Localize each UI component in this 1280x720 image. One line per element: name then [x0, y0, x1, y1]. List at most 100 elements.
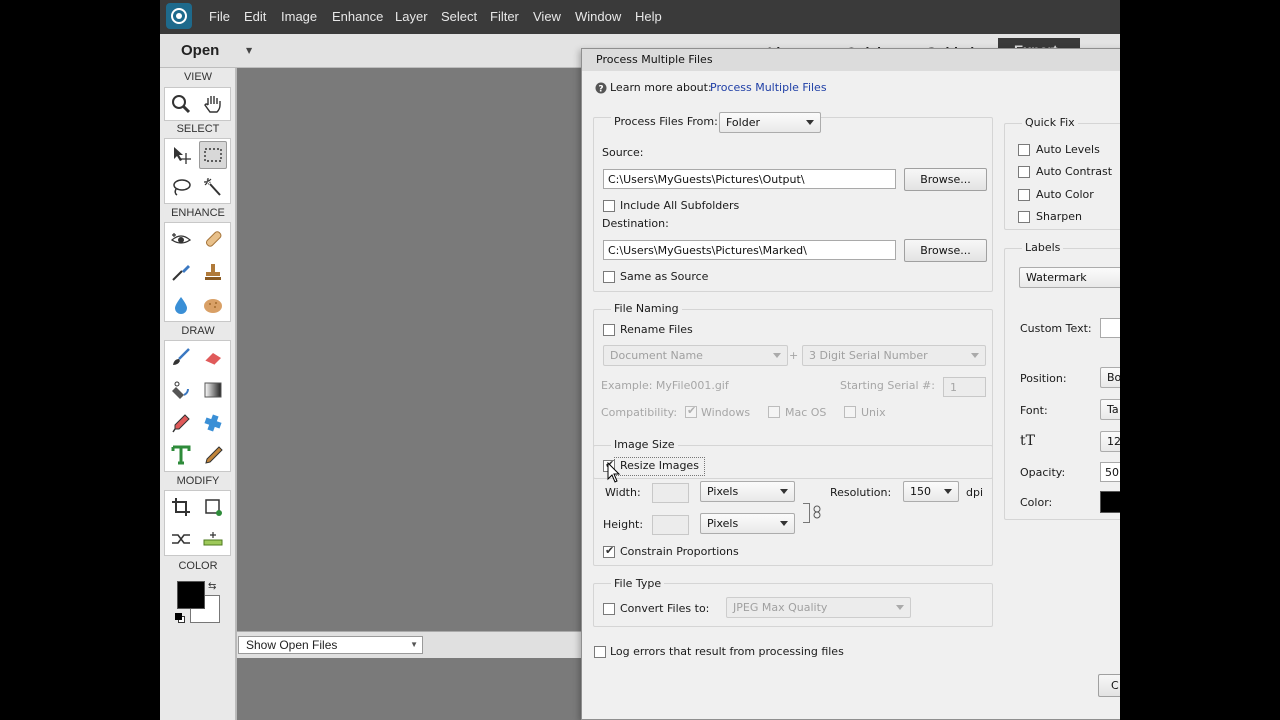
cancel-button[interactable]: C [1098, 674, 1120, 697]
menu-window[interactable]: Window [575, 9, 621, 24]
menu-filter[interactable]: Filter [490, 9, 519, 24]
menu-select[interactable]: Select [441, 9, 477, 24]
pencil-tool-icon[interactable] [199, 441, 227, 469]
process-files-from-select[interactable]: Folder [719, 112, 821, 133]
log-errors-checkbox[interactable] [594, 646, 606, 658]
content-aware-move-tool-icon[interactable] [167, 525, 195, 553]
source-path-field[interactable]: C:\Users\MyGuests\Pictures\Output\ [603, 169, 896, 189]
auto-color-label: Auto Color [1036, 188, 1094, 201]
brush-tool-icon[interactable] [167, 343, 195, 371]
compat-macos-checkbox[interactable] [768, 406, 780, 418]
menu-enhance[interactable]: Enhance [332, 9, 383, 24]
paint-bucket-tool-icon[interactable] [167, 376, 195, 404]
convert-files-checkbox[interactable] [603, 603, 615, 615]
show-open-files-select[interactable]: Show Open Files ▼ [238, 636, 423, 654]
app-logo-icon[interactable] [166, 3, 192, 29]
compat-macos-label: Mac OS [785, 406, 827, 419]
dialog-titlebar[interactable]: Process Multiple Files [582, 49, 1120, 71]
hand-tool-icon[interactable] [199, 90, 227, 118]
menu-layer[interactable]: Layer [395, 9, 428, 24]
auto-color-checkbox[interactable] [1018, 189, 1030, 201]
smart-brush-tool-icon[interactable] [167, 258, 195, 286]
sponge-tool-icon[interactable] [199, 291, 227, 319]
font-size-icon: tT [1020, 433, 1035, 449]
file-type-legend: File Type [611, 577, 665, 590]
auto-levels-checkbox[interactable] [1018, 144, 1030, 156]
resize-images-label: Resize Images [620, 459, 699, 472]
include-subfolders-checkbox[interactable] [603, 200, 615, 212]
crop-tool-icon[interactable] [167, 493, 195, 521]
labels-legend: Labels [1022, 241, 1064, 254]
foreground-color-swatch[interactable] [177, 581, 205, 609]
section-color-label: COLOR [178, 560, 218, 572]
name-part1-value: Document Name [610, 349, 703, 362]
process-files-from-label: Process Files From: [611, 115, 721, 128]
compat-windows-checkbox[interactable]: ✔ [685, 404, 697, 418]
section-view-label: VIEW [183, 71, 213, 83]
opacity-field[interactable]: 50 [1100, 462, 1120, 482]
clone-stamp-tool-icon[interactable] [199, 258, 227, 286]
name-part2-select[interactable]: 3 Digit Serial Number [802, 345, 986, 366]
chevron-down-icon: ▼ [410, 640, 418, 649]
menu-edit[interactable]: Edit [244, 9, 266, 24]
label-color-swatch[interactable] [1100, 491, 1120, 513]
quick-selection-tool-icon[interactable] [199, 173, 227, 201]
same-as-source-checkbox[interactable] [603, 271, 615, 283]
dialog-title: Process Multiple Files [596, 53, 713, 66]
sharpen-checkbox[interactable] [1018, 211, 1030, 223]
section-enhance-label: ENHANCE [171, 207, 225, 219]
learn-more-label: Learn more about: [610, 81, 712, 94]
recompose-tool-icon[interactable] [199, 493, 227, 521]
height-unit-select[interactable]: Pixels [700, 513, 795, 534]
eraser-tool-icon[interactable] [199, 343, 227, 371]
menu-help[interactable]: Help [635, 9, 662, 24]
custom-text-field[interactable] [1100, 318, 1120, 338]
destination-browse-button[interactable]: Browse... [904, 239, 987, 262]
lasso-tool-icon[interactable] [167, 173, 195, 201]
blur-tool-icon[interactable] [167, 291, 195, 319]
type-tool-icon[interactable] [167, 441, 195, 469]
compat-unix-checkbox[interactable] [844, 406, 856, 418]
label-type-value: Watermark [1026, 271, 1087, 284]
font-size-select[interactable]: 12 [1100, 431, 1120, 452]
swap-colors-icon[interactable]: ⇆ [208, 581, 216, 592]
name-part1-select[interactable]: Document Name [603, 345, 788, 366]
width-field[interactable] [652, 483, 689, 503]
learn-more-link[interactable]: Process Multiple Files [710, 81, 827, 94]
height-field[interactable] [652, 515, 689, 535]
red-eye-tool-icon[interactable] [167, 225, 195, 253]
open-dropdown-icon[interactable]: ▼ [246, 46, 252, 55]
log-errors-label: Log errors that result from processing f… [610, 645, 844, 658]
width-unit-select[interactable]: Pixels [700, 481, 795, 502]
zoom-tool-icon[interactable] [167, 90, 195, 118]
rename-files-checkbox[interactable] [603, 324, 615, 336]
default-colors-icon[interactable] [175, 613, 185, 623]
font-select[interactable]: Ta [1100, 399, 1120, 420]
spot-healing-tool-icon[interactable] [199, 225, 227, 253]
constrain-proportions-checkbox[interactable]: ✔ [603, 544, 615, 558]
open-button[interactable]: Open [181, 42, 219, 59]
tool-group-modify [164, 490, 231, 556]
convert-format-value: JPEG Max Quality [733, 601, 828, 614]
source-browse-button[interactable]: Browse... [904, 168, 987, 191]
label-type-select[interactable]: Watermark [1019, 267, 1120, 288]
chevron-down-icon [773, 353, 781, 358]
straighten-tool-icon[interactable] [199, 525, 227, 553]
menu-view[interactable]: View [533, 9, 561, 24]
menu-image[interactable]: Image [281, 9, 317, 24]
convert-format-select[interactable]: JPEG Max Quality [726, 597, 911, 618]
move-tool-icon[interactable] [167, 141, 195, 169]
custom-shape-tool-icon[interactable] [199, 409, 227, 437]
resolution-select[interactable]: 150 [903, 481, 959, 502]
position-select[interactable]: Bo [1100, 367, 1120, 388]
starting-serial-field[interactable]: 1 [943, 377, 986, 397]
eyedropper-tool-icon[interactable] [167, 409, 195, 437]
rename-files-label: Rename Files [620, 323, 693, 336]
gradient-tool-icon[interactable] [199, 376, 227, 404]
destination-path-field[interactable]: C:\Users\MyGuests\Pictures\Marked\ [603, 240, 896, 260]
chain-link-icon [813, 505, 821, 522]
auto-contrast-checkbox[interactable] [1018, 166, 1030, 178]
auto-contrast-label: Auto Contrast [1036, 165, 1113, 178]
marquee-tool-icon[interactable] [199, 141, 227, 169]
menu-file[interactable]: File [209, 9, 230, 24]
